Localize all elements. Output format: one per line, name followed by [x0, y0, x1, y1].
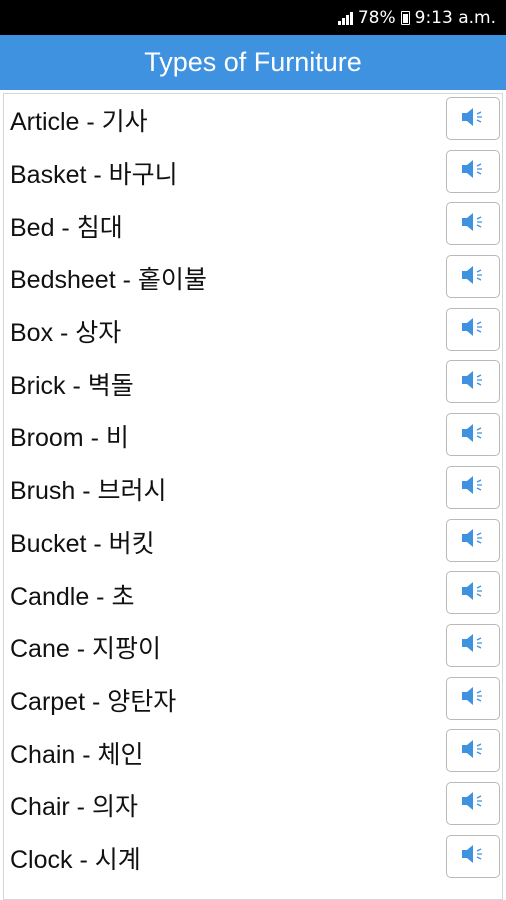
word-label: Carpet - 양탄자 [10, 687, 177, 716]
word-label: Chain - 체인 [10, 740, 144, 769]
word-label: Chair - 의자 [10, 793, 138, 822]
list-item[interactable]: Article - 기사 [4, 94, 502, 147]
list-item[interactable]: Bedsheet - 홑이불 [4, 252, 502, 305]
battery-icon [400, 10, 410, 25]
play-audio-button[interactable] [446, 518, 500, 562]
word-label: Bed - 침대 [10, 213, 123, 242]
word-label: Broom - 비 [10, 424, 129, 453]
play-audio-button[interactable] [446, 97, 500, 140]
word-list[interactable]: Article - 기사 Basket - 바구니 Bed - 침대 Bedsheet… [3, 93, 503, 900]
speaker-icon [460, 843, 486, 869]
list-item[interactable]: Chain - 체인 [4, 726, 502, 779]
battery-percent: 78% [357, 7, 396, 28]
word-label: Bedsheet - 홑이불 [10, 266, 207, 295]
play-audio-button[interactable] [446, 465, 500, 509]
play-audio-button[interactable] [446, 834, 500, 878]
list-item[interactable]: Brick - 벽돌 [4, 357, 502, 410]
play-audio-button[interactable] [446, 676, 500, 720]
word-label: Brush - 브러시 [10, 477, 167, 506]
list-item[interactable]: Bed - 침대 [4, 199, 502, 252]
word-label: Clock - 시계 [10, 845, 141, 874]
play-audio-button[interactable] [446, 202, 500, 246]
speaker-icon [460, 738, 486, 764]
play-audio-button[interactable] [446, 729, 500, 773]
list-item[interactable]: Candle - 초 [4, 568, 502, 621]
word-label: Bucket - 버킷 [10, 529, 155, 558]
word-label: Box - 상자 [10, 319, 122, 348]
word-label: Article - 기사 [10, 108, 148, 137]
signal-icon [337, 11, 353, 25]
list-item[interactable]: Cane - 지팡이 [4, 621, 502, 674]
list-item[interactable]: Brush - 브러시 [4, 463, 502, 516]
speaker-icon [460, 527, 486, 553]
list-item[interactable]: Chair - 의자 [4, 779, 502, 832]
play-audio-button[interactable] [446, 623, 500, 667]
play-audio-button[interactable] [446, 360, 500, 404]
play-audio-button[interactable] [446, 413, 500, 457]
speaker-icon [460, 211, 486, 237]
status-bar: 78% 9:13 a.m. [0, 0, 506, 35]
speaker-icon [460, 632, 486, 658]
play-audio-button[interactable] [446, 149, 500, 193]
play-audio-button[interactable] [446, 571, 500, 615]
play-audio-button[interactable] [446, 781, 500, 825]
word-label: Brick - 벽돌 [10, 371, 134, 400]
word-label: Basket - 바구니 [10, 161, 178, 190]
list-item[interactable]: Bucket - 버킷 [4, 516, 502, 569]
speaker-icon [460, 369, 486, 395]
word-label: Candle - 초 [10, 582, 135, 611]
list-item[interactable]: Carpet - 양탄자 [4, 674, 502, 727]
play-audio-button[interactable] [446, 307, 500, 351]
app-header: Types of Furniture [0, 35, 506, 90]
list-item[interactable]: Basket - 바구니 [4, 147, 502, 200]
list-item[interactable]: Clock - 시계 [4, 832, 502, 885]
speaker-icon [460, 158, 486, 184]
speaker-icon [460, 264, 486, 290]
speaker-icon [460, 474, 486, 500]
speaker-icon [460, 790, 486, 816]
play-audio-button[interactable] [446, 255, 500, 299]
speaker-icon [460, 106, 486, 132]
clock-time: 9:13 a.m. [414, 7, 496, 28]
speaker-icon [460, 580, 486, 606]
word-label: Cane - 지팡이 [10, 635, 161, 664]
list-item[interactable]: Broom - 비 [4, 410, 502, 463]
list-item[interactable]: Box - 상자 [4, 305, 502, 358]
speaker-icon [460, 316, 486, 342]
page-title: Types of Furniture [144, 47, 362, 77]
speaker-icon [460, 422, 486, 448]
speaker-icon [460, 685, 486, 711]
